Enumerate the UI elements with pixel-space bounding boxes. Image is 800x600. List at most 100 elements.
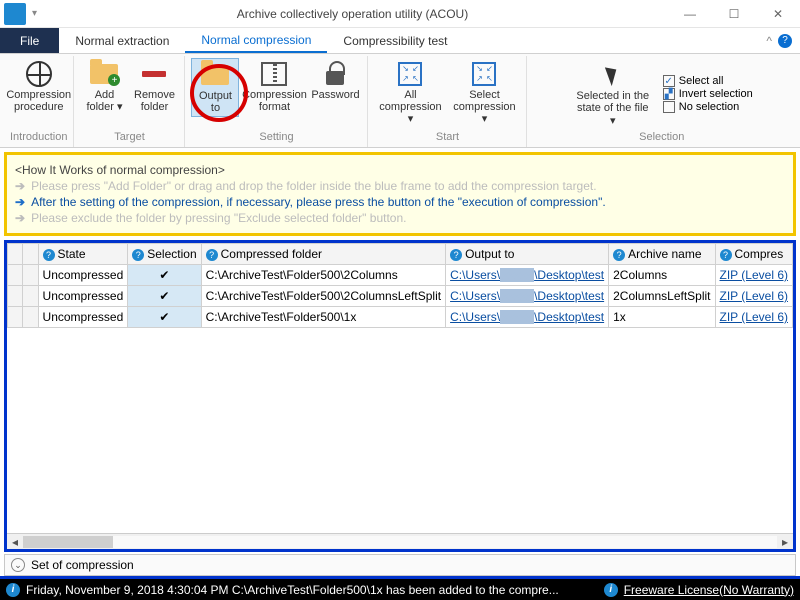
app-icon [4,3,26,25]
license-link[interactable]: Freeware License(No Warranty) [624,583,794,597]
row-header[interactable] [23,265,38,286]
col-archive-name[interactable]: ?Archive name [609,244,715,265]
ribbon-collapse-icon[interactable]: ^ [766,34,772,48]
cell-archive-name: 2Columns [609,265,715,286]
cell-selection[interactable]: ✔ [128,265,201,286]
select-compression-button[interactable]: ↘↙↗↖ Select compression ▾ [448,58,520,127]
table-area: ?State ?Selection ?Compressed folder ?Ou… [4,240,796,552]
table-row[interactable]: Uncompressed✔C:\ArchiveTest\Folder500\2C… [8,286,793,307]
no-selection-label: No selection [679,101,740,113]
window-title: Archive collectively operation utility (… [37,7,668,21]
remove-folder-label: Remove folder [134,89,175,113]
help-icon[interactable]: ? [778,34,792,48]
cell-format[interactable]: ZIP (Level 6) [715,307,792,328]
col-state[interactable]: ?State [38,244,128,265]
set-of-compression-accordion[interactable]: ⌄ Set of compression [4,554,796,576]
cell-folder: C:\ArchiveTest\Folder500\2ColumnsLeftSpl… [201,286,445,307]
group-label-target: Target [114,130,145,145]
ribbon-group-target: Add folder ▾ Remove folder Target [74,56,185,147]
row-header[interactable] [23,307,38,328]
cell-format[interactable]: ZIP (Level 6) [715,286,792,307]
checkbox-icon: ▞ [663,88,675,100]
password-button[interactable]: Password [309,58,361,103]
row-header[interactable] [8,286,23,307]
maximize-button[interactable]: ☐ [712,0,756,28]
compression-procedure-label: Compression procedure [6,89,71,113]
close-button[interactable]: ✕ [756,0,800,28]
tab-normal-compression[interactable]: Normal compression [185,28,327,53]
row-header[interactable] [8,307,23,328]
cell-state: Uncompressed [38,307,128,328]
help-line-2: ➔After the setting of the compression, i… [15,195,785,209]
cell-selection[interactable]: ✔ [128,286,201,307]
globe-icon [24,60,54,88]
table-header-row: ?State ?Selection ?Compressed folder ?Ou… [8,244,793,265]
chevron-down-icon: ⌄ [11,558,25,572]
group-label-start: Start [436,130,459,145]
cell-archive-name: 1x [609,307,715,328]
cell-state: Uncompressed [38,265,128,286]
select-all-button[interactable]: ✓ Select all [663,75,753,87]
scroll-thumb[interactable] [23,536,113,548]
table-row[interactable]: Uncompressed✔C:\ArchiveTest\Folder500\1x… [8,307,793,328]
info-icon: i [6,583,20,597]
col-output-to[interactable]: ?Output to [446,244,609,265]
compression-procedure-button[interactable]: Compression procedure [11,58,67,115]
ribbon-group-start: ↘↙↗↖ All compression ▾ ↘↙↗↖ Select compr… [368,56,527,147]
cell-folder: C:\ArchiveTest\Folder500\2Columns [201,265,445,286]
row-header[interactable] [8,265,23,286]
minimize-button[interactable]: — [668,0,712,28]
all-compression-button[interactable]: ↘↙↗↖ All compression ▾ [374,58,446,127]
col-selection[interactable]: ?Selection [128,244,201,265]
add-folder-button[interactable]: Add folder ▾ [80,58,128,115]
menu-tabs: File Normal extraction Normal compressio… [0,28,800,54]
help-dot-icon: ? [206,249,218,261]
cell-state: Uncompressed [38,286,128,307]
group-label-selection: Selection [639,130,684,145]
group-label-introduction: Introduction [10,130,67,145]
help-dot-icon: ? [132,249,144,261]
compression-table: ?State ?Selection ?Compressed folder ?Ou… [7,243,793,328]
help-line-1: ➔Please press "Add Folder" or drag and d… [15,179,785,193]
cell-selection[interactable]: ✔ [128,307,201,328]
scroll-left-icon[interactable]: ◂ [7,535,23,549]
selected-in-state-button[interactable]: Selected in the state of the file ▾ [571,59,655,128]
selected-in-state-label: Selected in the state of the file ▾ [575,90,651,126]
cursor-icon [598,61,628,89]
compression-format-button[interactable]: Compression format [241,58,307,115]
scroll-track[interactable] [23,536,777,548]
tab-compressibility-test[interactable]: Compressibility test [327,28,463,53]
col-compressed-folder[interactable]: ?Compressed folder [201,244,445,265]
tab-normal-extraction[interactable]: Normal extraction [59,28,185,53]
help-dot-icon: ? [450,249,462,261]
cell-archive-name: 2ColumnsLeftSplit [609,286,715,307]
group-label-setting: Setting [259,130,293,145]
cell-output-to[interactable]: C:\Users\xxxxx\Desktop\test [446,286,609,307]
invert-selection-button[interactable]: ▞ Invert selection [663,88,753,100]
output-to-button[interactable]: Output to [191,58,239,117]
tab-file[interactable]: File [0,28,59,53]
accordion-label: Set of compression [31,558,134,572]
ribbon-group-setting: Output to Compression format Password Se… [185,56,368,147]
no-selection-button[interactable]: No selection [663,101,753,113]
horizontal-scrollbar[interactable]: ◂ ▸ [7,533,793,549]
ribbon: Compression procedure Introduction Add f… [0,54,800,148]
table-row[interactable]: Uncompressed✔C:\ArchiveTest\Folder500\2C… [8,265,793,286]
cell-folder: C:\ArchiveTest\Folder500\1x [201,307,445,328]
titlebar: ▾ Archive collectively operation utility… [0,0,800,28]
scroll-right-icon[interactable]: ▸ [777,535,793,549]
row-header[interactable] [23,286,38,307]
minus-icon [139,60,169,88]
cell-output-to[interactable]: C:\Users\xxxxx\Desktop\test [446,265,609,286]
select-all-label: Select all [679,75,724,87]
remove-folder-button[interactable]: Remove folder [130,58,178,115]
arrows-in-select-icon: ↘↙↗↖ [469,60,499,88]
ribbon-group-introduction: Compression procedure Introduction [4,56,74,147]
col-compression-format[interactable]: ?Compres [715,244,792,265]
checkbox-icon: ✓ [663,75,675,87]
invert-selection-label: Invert selection [679,88,753,100]
cell-format[interactable]: ZIP (Level 6) [715,265,792,286]
cell-output-to[interactable]: C:\Users\xxxxx\Desktop\test [446,307,609,328]
help-panel: <How It Works of normal compression> ➔Pl… [4,152,796,236]
output-to-label: Output to [199,90,232,114]
